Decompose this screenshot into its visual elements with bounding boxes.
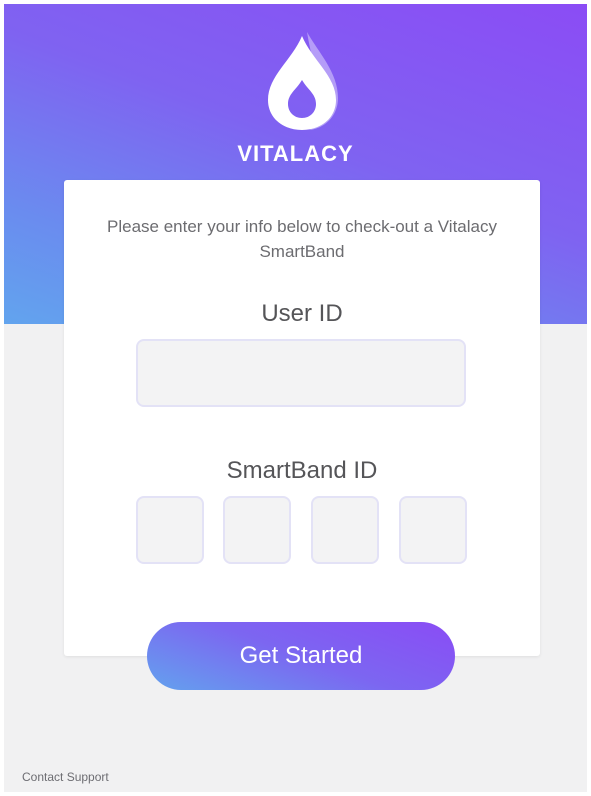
contact-support-link[interactable]: Contact Support bbox=[22, 770, 109, 784]
smartband-digit-4[interactable] bbox=[399, 496, 467, 564]
brand-name: VITALACY bbox=[237, 141, 354, 166]
smartband-digit-1[interactable] bbox=[136, 496, 204, 564]
smartband-digit-3[interactable] bbox=[311, 496, 379, 564]
get-started-button[interactable]: Get Started bbox=[147, 622, 455, 690]
intro-text: Please enter your info below to check-ou… bbox=[107, 217, 497, 261]
smartband-id-label: SmartBand ID bbox=[226, 457, 378, 484]
user-id-label: User ID bbox=[261, 300, 343, 327]
checkout-screen: VITALACY Please enter your info below to… bbox=[4, 4, 587, 792]
smartband-digit-2[interactable] bbox=[223, 496, 291, 564]
water-drop-icon bbox=[268, 32, 338, 130]
user-id-input[interactable] bbox=[136, 339, 466, 407]
checkout-card: Please enter your info below to check-ou… bbox=[64, 180, 540, 656]
